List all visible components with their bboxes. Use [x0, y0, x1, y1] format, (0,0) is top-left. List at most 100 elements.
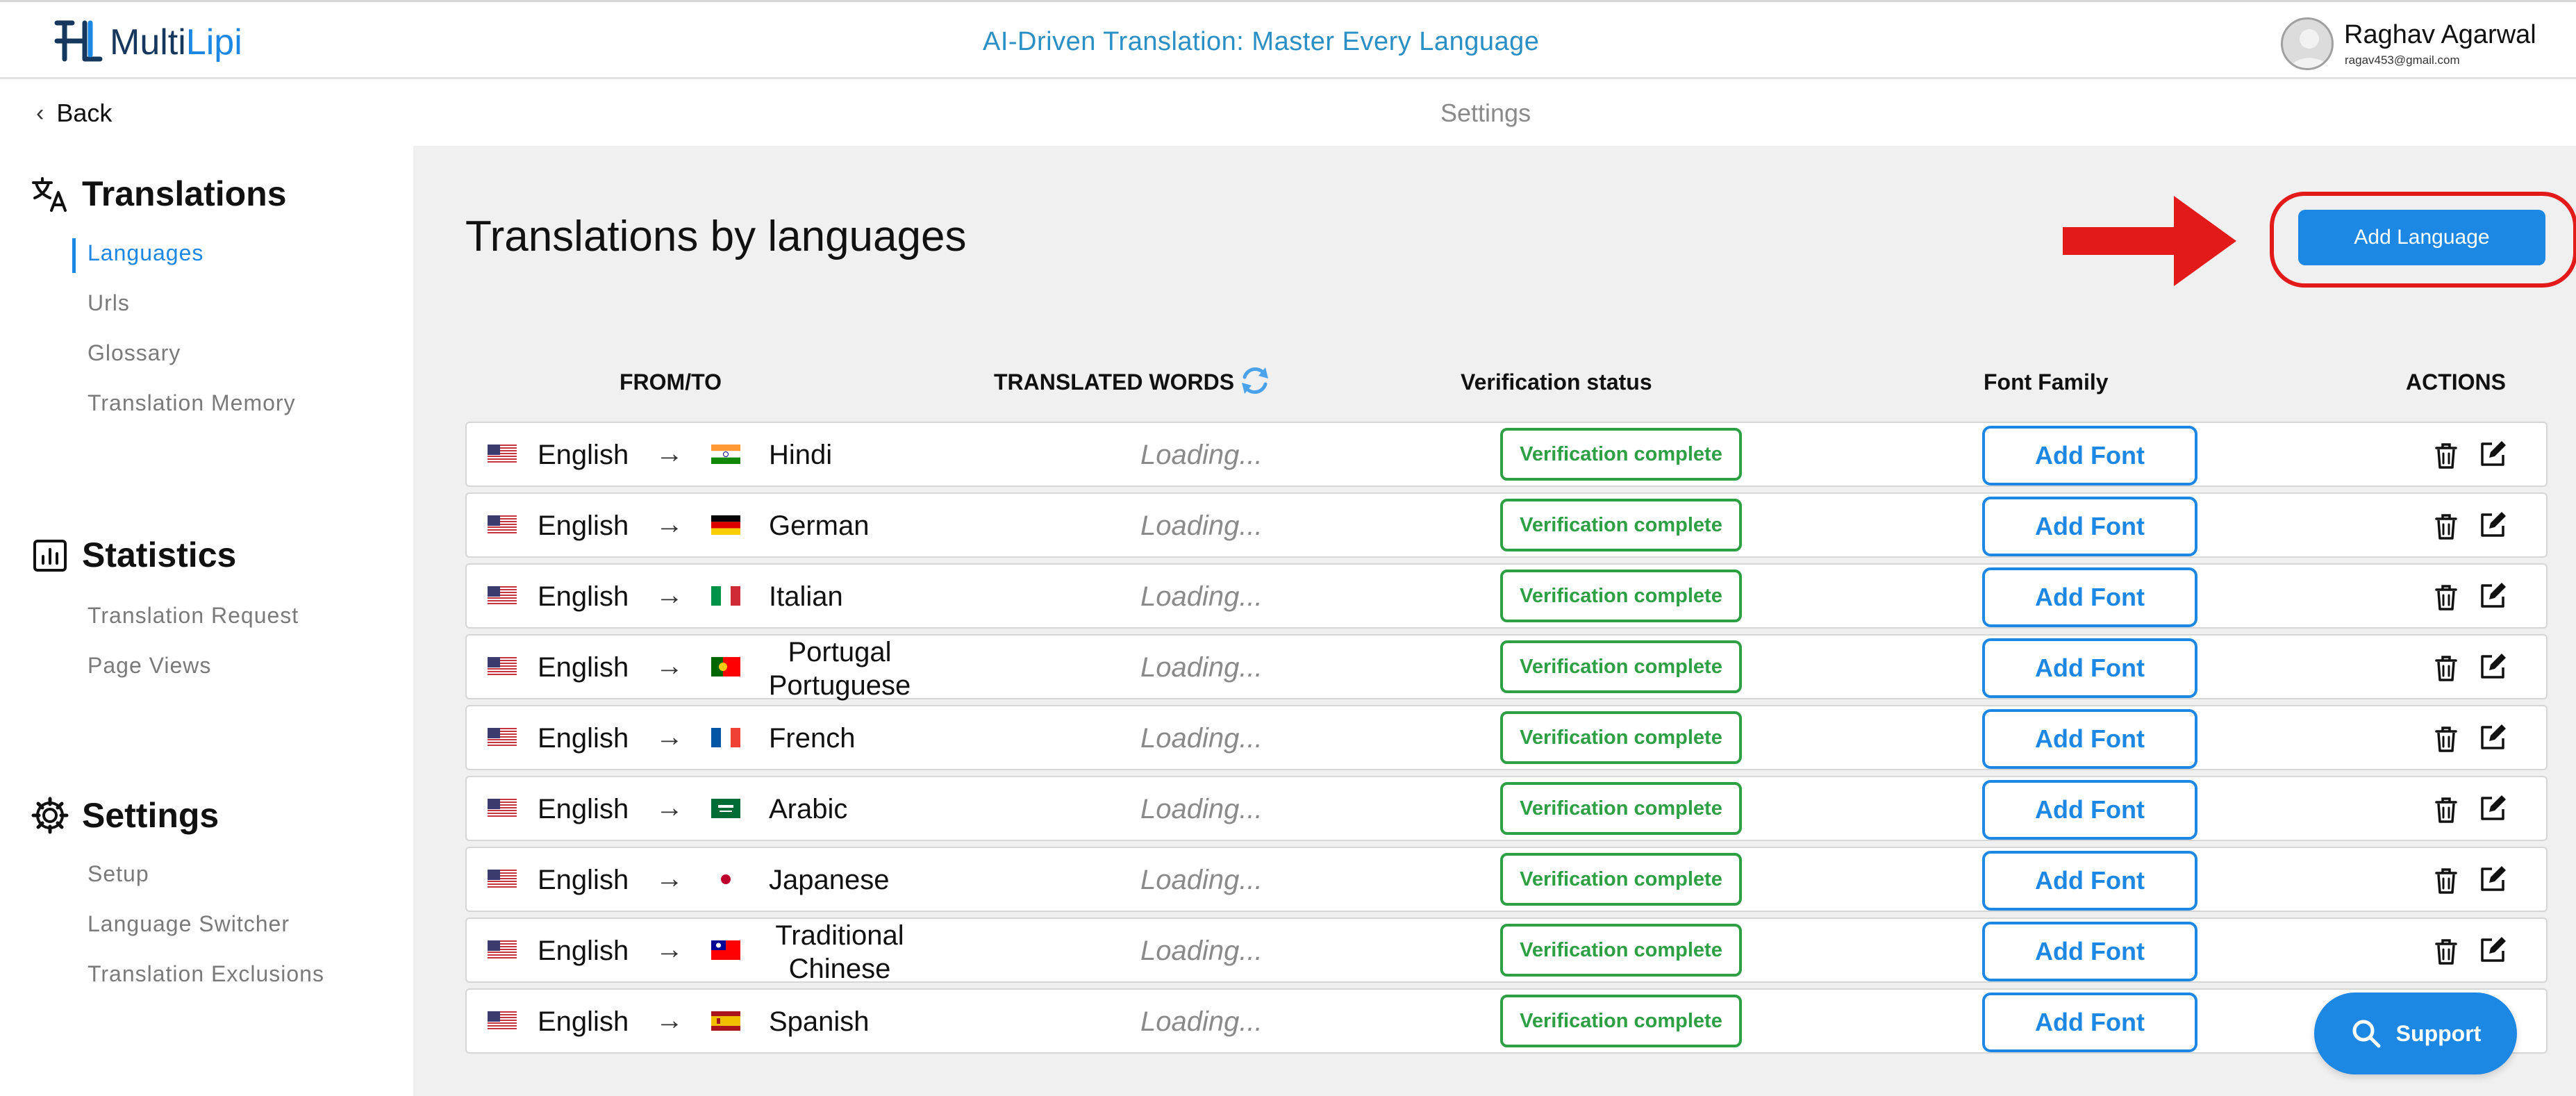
target-language: Italian: [769, 580, 936, 613]
add-font-button[interactable]: Add Font: [1982, 993, 2197, 1052]
add-language-button[interactable]: Add Language: [2298, 210, 2545, 265]
verification-status-badge: Verification complete: [1500, 428, 1742, 481]
verification-status-badge: Verification complete: [1500, 995, 1742, 1047]
source-language: English: [538, 581, 629, 612]
trash-icon[interactable]: [2432, 583, 2460, 612]
translated-words-value: Loading...: [1140, 794, 1263, 824]
sidebar-item-page-views[interactable]: Page Views: [88, 653, 211, 679]
verification-status-badge: Verification complete: [1500, 570, 1742, 622]
target-language: Hindi: [769, 438, 936, 472]
logo-multi: Multi: [110, 22, 186, 63]
edit-icon[interactable]: [2478, 865, 2507, 894]
edit-icon[interactable]: [2478, 794, 2507, 823]
right-arrow-icon: →: [656, 934, 683, 965]
verification-status-badge: Verification complete: [1500, 782, 1742, 835]
edit-icon[interactable]: [2478, 510, 2507, 540]
page-title: Translations by languages: [465, 213, 967, 260]
sidebar-item-urls[interactable]: Urls: [88, 290, 130, 316]
verification-status-badge: Verification complete: [1500, 924, 1742, 977]
trash-icon[interactable]: [2432, 512, 2460, 541]
back-link[interactable]: ‹ Back: [36, 99, 112, 128]
right-arrow-icon: →: [656, 863, 683, 894]
trash-icon[interactable]: [2432, 866, 2460, 895]
translated-words-value: Loading...: [1140, 440, 1263, 470]
back-label: Back: [56, 99, 113, 127]
translated-words-value: Loading...: [1140, 510, 1263, 541]
add-font-button[interactable]: Add Font: [1982, 709, 2197, 769]
logo-lipi: Lipi: [185, 22, 242, 63]
sidebar-item-languages[interactable]: Languages: [88, 240, 203, 266]
target-language-line: German: [769, 510, 870, 541]
column-header-from-to: FROM/TO: [620, 370, 722, 395]
right-arrow-icon: →: [656, 792, 683, 823]
target-language-line: Portuguese: [768, 670, 911, 701]
add-font-button[interactable]: Add Font: [1982, 497, 2197, 556]
translated-words-value: Loading...: [1140, 865, 1263, 895]
us-flag-icon: [488, 586, 517, 606]
target-language: Japanese: [769, 863, 936, 897]
edit-icon[interactable]: [2478, 723, 2507, 752]
trash-icon[interactable]: [2432, 441, 2460, 470]
trash-icon[interactable]: [2432, 795, 2460, 824]
pt-flag-icon: [711, 657, 740, 676]
add-font-button[interactable]: Add Font: [1982, 567, 2197, 627]
target-language-line: Portugal: [788, 637, 892, 667]
target-language: Arabic: [769, 792, 936, 826]
it-flag-icon: [711, 586, 740, 606]
target-language-line: Arabic: [769, 794, 848, 824]
sidebar-item-setup[interactable]: Setup: [88, 861, 149, 887]
add-font-button[interactable]: Add Font: [1982, 638, 2197, 698]
support-label: Support: [2395, 1020, 2482, 1046]
edit-icon[interactable]: [2478, 652, 2507, 681]
trash-icon[interactable]: [2432, 654, 2460, 683]
translated-words-value: Loading...: [1140, 1006, 1263, 1037]
us-flag-icon: [488, 1011, 517, 1031]
target-language: German: [769, 509, 936, 542]
target-language-line: Italian: [769, 581, 843, 612]
table-row: English → Spanish Loading... Verificatio…: [465, 988, 2548, 1054]
sidebar-item-translation-exclusions[interactable]: Translation Exclusions: [88, 961, 324, 987]
edit-icon[interactable]: [2478, 581, 2507, 611]
verification-status-badge: Verification complete: [1500, 853, 1742, 906]
sidebar-item-language-switcher[interactable]: Language Switcher: [88, 911, 290, 937]
source-language: English: [538, 510, 629, 541]
us-flag-icon: [488, 728, 517, 747]
right-arrow-icon: →: [656, 438, 683, 469]
top-header: MultiLipi AI-Driven Translation: Master …: [0, 0, 2576, 79]
edit-icon[interactable]: [2478, 936, 2507, 965]
trash-icon[interactable]: [2432, 937, 2460, 966]
sidebar-item-glossary[interactable]: Glossary: [88, 340, 181, 366]
table-row: English → Traditional Chinese Loading... …: [465, 918, 2548, 986]
column-header-actions: ACTIONS: [2406, 370, 2506, 395]
sidebar-item-translation-memory[interactable]: Translation Memory: [88, 390, 296, 416]
support-button[interactable]: Support: [2314, 993, 2517, 1074]
target-language-line: French: [769, 723, 856, 754]
target-language: Spanish: [769, 1005, 936, 1038]
sidebar-section-statistics: Statistics: [31, 535, 236, 575]
target-language: Traditional Chinese: [763, 919, 916, 986]
trash-icon[interactable]: [2432, 724, 2460, 754]
target-language-line: Chinese: [788, 954, 891, 984]
user-avatar[interactable]: [2281, 17, 2334, 70]
add-font-button[interactable]: Add Font: [1982, 780, 2197, 840]
us-flag-icon: [488, 870, 517, 889]
us-flag-icon: [488, 940, 517, 960]
source-language: English: [538, 794, 629, 824]
sidebar-section-settings-title: Settings: [82, 796, 219, 835]
user-name: Raghav Agarwal: [2344, 20, 2536, 49]
target-language-line: Traditional: [775, 920, 904, 951]
add-font-button[interactable]: Add Font: [1982, 922, 2197, 981]
translated-words-value: Loading...: [1140, 581, 1263, 612]
sidebar-item-translation-request[interactable]: Translation Request: [88, 603, 299, 629]
add-font-button[interactable]: Add Font: [1982, 426, 2197, 485]
logo-text: MultiLipi: [110, 22, 242, 63]
sidebar-section-settings: Settings: [31, 795, 219, 836]
verification-status-badge: Verification complete: [1500, 711, 1742, 764]
right-arrow-icon: →: [656, 1005, 683, 1036]
edit-icon[interactable]: [2478, 440, 2507, 469]
right-arrow-icon: →: [656, 580, 683, 611]
column-header-verification: Verification status: [1461, 370, 1652, 395]
refresh-icon[interactable]: [1238, 363, 1272, 398]
sidebar-section-statistics-title: Statistics: [82, 535, 237, 574]
add-font-button[interactable]: Add Font: [1982, 851, 2197, 911]
